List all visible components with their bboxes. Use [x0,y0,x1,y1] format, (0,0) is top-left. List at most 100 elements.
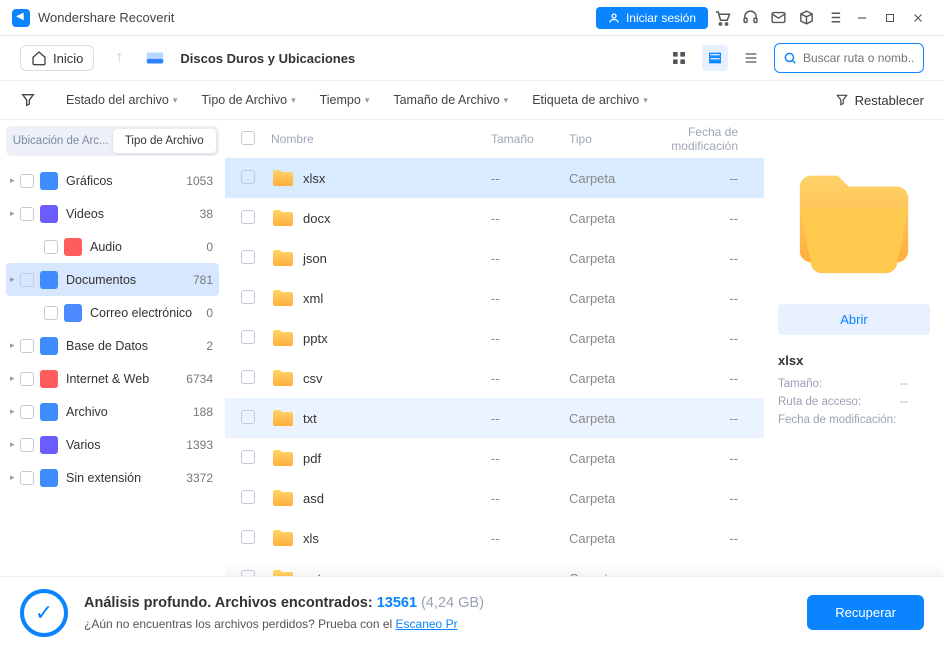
table-row[interactable]: xml--Carpeta-- [225,278,764,318]
row-checkbox[interactable] [241,170,255,184]
sidebar: Ubicación de Arc... Tipo de Archivo ▸ Grá… [0,120,225,576]
filter-status[interactable]: Estado del archivo▾ [66,93,177,107]
chevron-right-icon: ▸ [10,175,20,186]
category-count: 0 [206,240,213,254]
table-row[interactable]: csv--Carpeta-- [225,358,764,398]
row-name: ppt [303,571,321,577]
category-checkbox[interactable] [20,471,34,485]
folder-icon [271,288,295,308]
row-checkbox[interactable] [241,330,255,344]
table-row[interactable]: asd--Carpeta-- [225,478,764,518]
table-row[interactable]: pdf--Carpeta-- [225,438,764,478]
table-row[interactable]: xlsx--Carpeta-- [225,158,764,198]
category-checkbox[interactable] [20,438,34,452]
col-type[interactable]: Tipo [569,132,637,146]
title-bar: Wondershare Recoverit Iniciar sesión [0,0,944,36]
status-bar: ✓ Análisis profundo. Archivos encontrado… [0,576,944,648]
row-checkbox[interactable] [241,530,255,544]
table-row[interactable]: pptx--Carpeta-- [225,318,764,358]
sidebar-item[interactable]: ▸Documentos781 [6,263,219,296]
home-button[interactable]: Inicio [20,45,94,71]
tab-type[interactable]: Tipo de Archivo [113,129,217,153]
maximize-icon[interactable] [876,4,904,32]
row-date: -- [637,491,748,506]
row-checkbox[interactable] [241,570,255,577]
category-label: Gráficos [66,174,186,188]
filter-time[interactable]: Tiempo▾ [320,93,370,107]
row-checkbox[interactable] [241,370,255,384]
login-button[interactable]: Iniciar sesión [596,7,708,29]
category-checkbox[interactable] [20,339,34,353]
sidebar-item[interactable]: ▸Gráficos1053 [6,164,219,197]
list-icon[interactable] [820,4,848,32]
row-checkbox[interactable] [241,410,255,424]
row-checkbox[interactable] [241,290,255,304]
sidebar-item[interactable]: ▸Base de Datos2 [6,329,219,362]
category-checkbox[interactable] [20,207,34,221]
category-checkbox[interactable] [44,306,58,320]
open-button[interactable]: Abrir [778,304,930,335]
table-row[interactable]: xls--Carpeta-- [225,518,764,558]
headset-icon[interactable] [736,4,764,32]
view-menu-button[interactable] [738,45,764,71]
sidebar-item[interactable]: Audio0 [6,230,219,263]
table-row[interactable]: ppt--Carpeta-- [225,558,764,576]
category-checkbox[interactable] [44,240,58,254]
toolbar: Inicio ↑ Discos Duros y Ubicaciones [0,36,944,80]
table-row[interactable]: json--Carpeta-- [225,238,764,278]
row-checkbox[interactable] [241,210,255,224]
search-input[interactable] [803,51,915,65]
row-checkbox[interactable] [241,250,255,264]
select-all-checkbox[interactable] [241,131,255,145]
row-name: asd [303,491,324,506]
box-icon[interactable] [792,4,820,32]
category-icon [40,403,58,421]
category-label: Videos [66,207,200,221]
sidebar-item[interactable]: ▸Sin extensión3372 [6,461,219,494]
user-icon [608,12,620,24]
col-size[interactable]: Tamaño [491,132,569,146]
sliders-icon [835,93,849,107]
category-checkbox[interactable] [20,174,34,188]
filter-tag[interactable]: Etiqueta de archivo▾ [532,93,648,107]
sidebar-item[interactable]: ▸Archivo188 [6,395,219,428]
up-arrow-icon[interactable]: ↑ [104,49,134,67]
tab-location[interactable]: Ubicación de Arc... [9,129,113,153]
deep-scan-link[interactable]: Escaneo Pr [396,617,458,631]
reset-filters-button[interactable]: Restablecer [835,93,924,108]
folder-icon [271,488,295,508]
row-checkbox[interactable] [241,450,255,464]
mail-icon[interactable] [764,4,792,32]
sidebar-item[interactable]: ▸Internet & Web6734 [6,362,219,395]
table-row[interactable]: txt--Carpeta-- [225,398,764,438]
row-checkbox[interactable] [241,490,255,504]
sidebar-item[interactable]: ▸Videos38 [6,197,219,230]
minimize-icon[interactable] [848,4,876,32]
col-date[interactable]: Fecha de modificación [637,125,748,153]
category-icon [40,337,58,355]
filter-icon[interactable] [20,92,42,108]
row-size: -- [491,171,569,186]
category-count: 3372 [186,471,213,485]
sidebar-item[interactable]: Correo electrónico0 [6,296,219,329]
view-list-button[interactable] [702,45,728,71]
filter-type[interactable]: Tipo de Archivo▾ [201,93,295,107]
category-checkbox[interactable] [20,405,34,419]
cart-icon[interactable] [708,4,736,32]
col-name[interactable]: Nombre [271,132,491,146]
category-checkbox[interactable] [20,372,34,386]
category-count: 38 [200,207,213,221]
folder-icon [271,248,295,268]
category-checkbox[interactable] [20,273,34,287]
search-box[interactable] [774,43,924,73]
view-grid-button[interactable] [666,45,692,71]
table-row[interactable]: docx--Carpeta-- [225,198,764,238]
preview-path-key: Ruta de acceso: [778,396,900,408]
close-icon[interactable] [904,4,932,32]
app-logo [12,9,30,27]
breadcrumb: Discos Duros y Ubicaciones [180,51,656,66]
sidebar-item[interactable]: ▸Varios1393 [6,428,219,461]
recover-button[interactable]: Recuperar [807,595,924,630]
filter-size[interactable]: Tamaño de Archivo▾ [393,93,508,107]
category-count: 6734 [186,372,213,386]
